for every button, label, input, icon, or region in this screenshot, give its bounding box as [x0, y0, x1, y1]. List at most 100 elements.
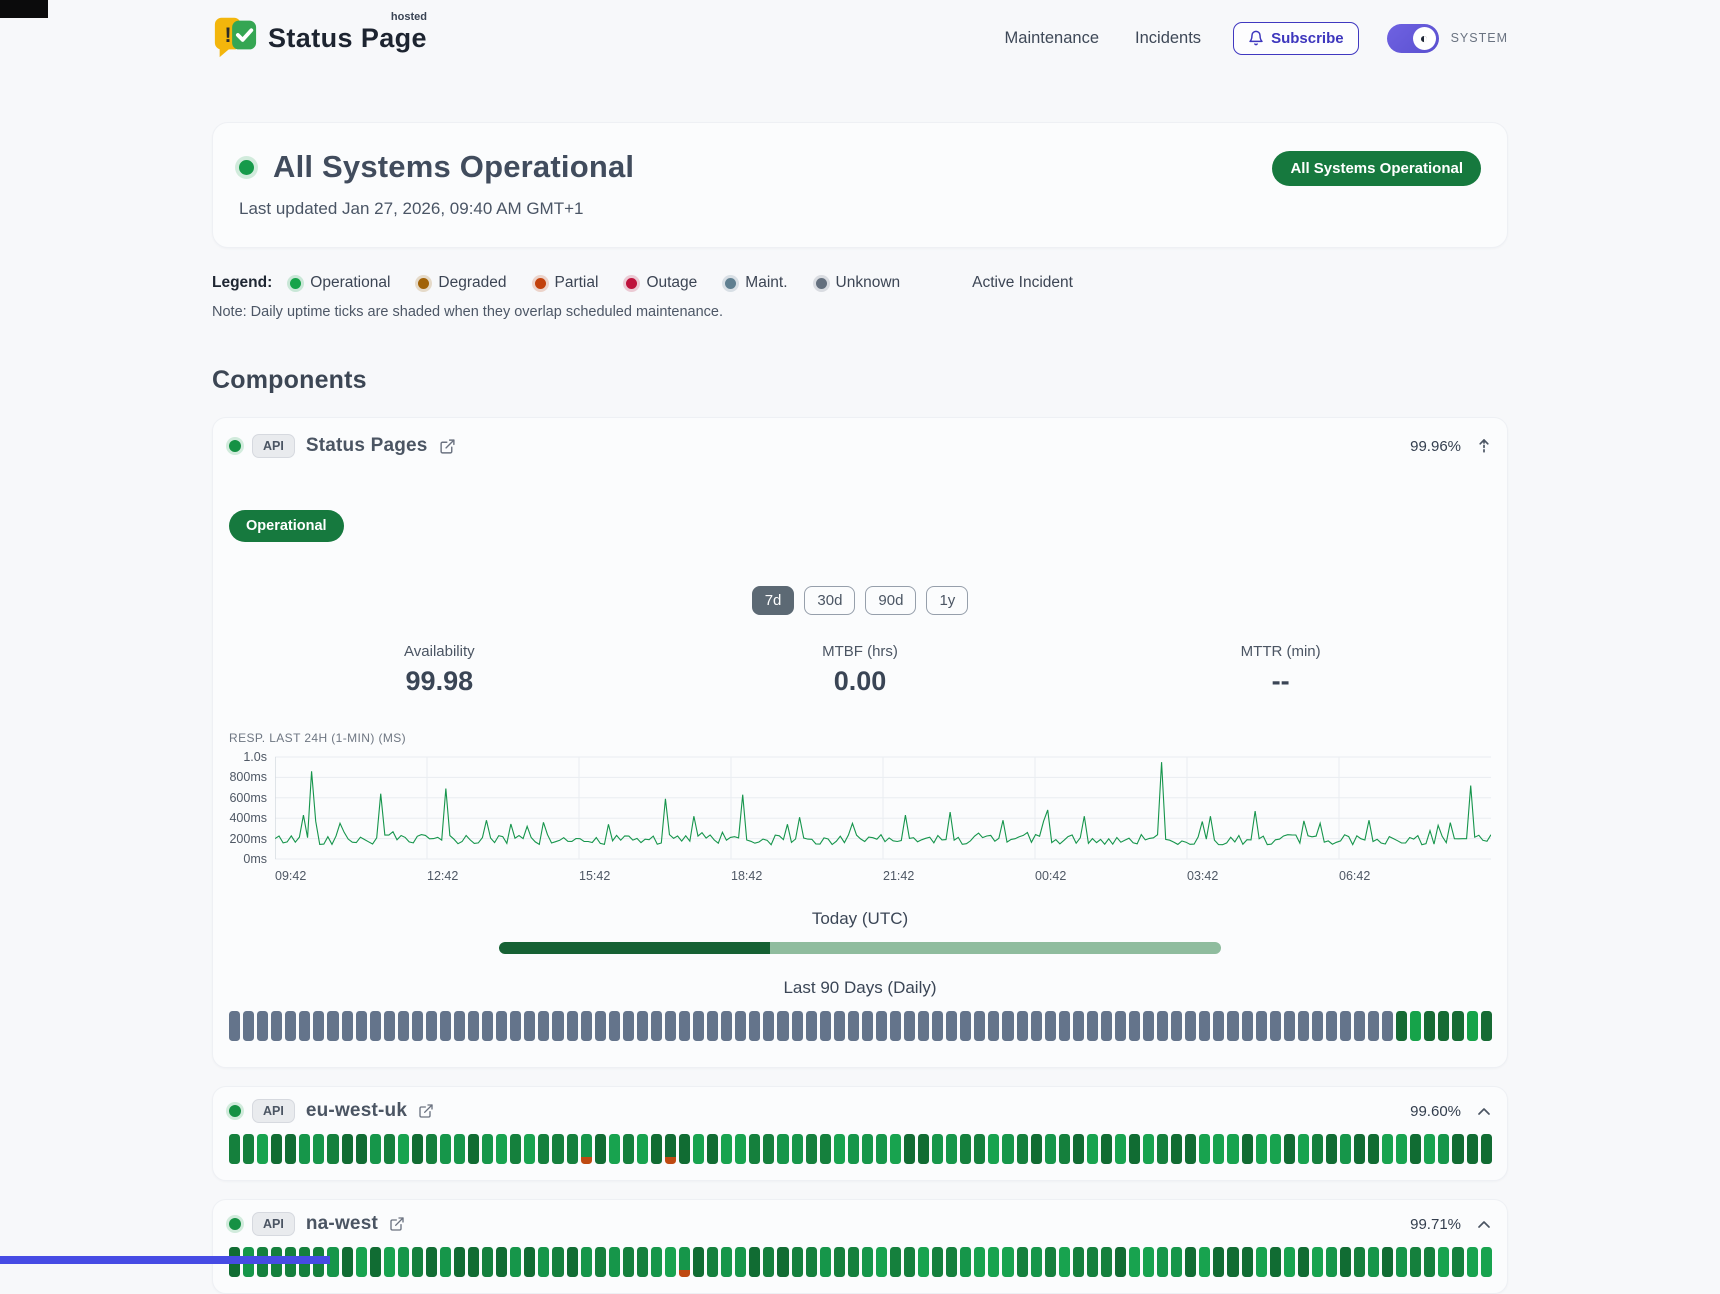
uptime-day-tick[interactable] [876, 1134, 887, 1164]
uptime-day-tick[interactable] [440, 1247, 451, 1277]
uptime-day-tick[interactable] [552, 1134, 563, 1164]
uptime-day-tick[interactable] [1087, 1134, 1098, 1164]
uptime-day-tick[interactable] [412, 1011, 423, 1041]
uptime-day-tick[interactable] [1312, 1134, 1323, 1164]
uptime-day-tick[interactable] [342, 1011, 353, 1041]
uptime-day-tick[interactable] [820, 1247, 831, 1277]
uptime-day-tick[interactable] [454, 1134, 465, 1164]
uptime-day-tick[interactable] [243, 1134, 254, 1164]
uptime-day-tick[interactable] [524, 1134, 535, 1164]
uptime-day-tick[interactable] [454, 1011, 465, 1041]
chart-plot-area[interactable] [275, 753, 1491, 865]
uptime-day-tick[interactable] [1410, 1247, 1421, 1277]
uptime-day-tick[interactable] [707, 1134, 718, 1164]
uptime-day-tick[interactable] [749, 1134, 760, 1164]
uptime-day-tick[interactable] [1143, 1011, 1154, 1041]
uptime-day-tick[interactable] [1382, 1011, 1393, 1041]
uptime-day-tick[interactable] [1227, 1134, 1238, 1164]
uptime-day-tick[interactable] [1129, 1011, 1140, 1041]
uptime-day-tick[interactable] [1438, 1247, 1449, 1277]
uptime-day-tick[interactable] [257, 1134, 268, 1164]
uptime-day-tick[interactable] [1354, 1011, 1365, 1041]
uptime-day-tick[interactable] [342, 1134, 353, 1164]
uptime-day-tick[interactable] [932, 1011, 943, 1041]
uptime-day-tick[interactable] [454, 1247, 465, 1277]
uptime-day-tick[interactable] [1340, 1247, 1351, 1277]
uptime-day-tick[interactable] [468, 1134, 479, 1164]
uptime-day-tick[interactable] [370, 1011, 381, 1041]
uptime-day-tick[interactable] [1424, 1247, 1435, 1277]
uptime-day-tick[interactable] [890, 1247, 901, 1277]
uptime-day-tick[interactable] [1410, 1011, 1421, 1041]
uptime-day-tick[interactable] [679, 1247, 690, 1277]
uptime-day-tick[interactable] [1424, 1011, 1435, 1041]
external-link-icon[interactable] [439, 438, 456, 455]
uptime-day-tick[interactable] [876, 1011, 887, 1041]
uptime-day-tick[interactable] [988, 1011, 999, 1041]
uptime-day-tick[interactable] [707, 1247, 718, 1277]
uptime-day-tick[interactable] [721, 1011, 732, 1041]
uptime-day-tick[interactable] [552, 1247, 563, 1277]
uptime-day-tick[interactable] [1213, 1011, 1224, 1041]
uptime-day-tick[interactable] [1340, 1134, 1351, 1164]
uptime-day-tick[interactable] [1115, 1247, 1126, 1277]
uptime-day-tick[interactable] [1298, 1247, 1309, 1277]
uptime-day-tick[interactable] [693, 1011, 704, 1041]
uptime-day-tick[interactable] [777, 1011, 788, 1041]
uptime-day-tick[interactable] [721, 1247, 732, 1277]
uptime-day-tick[interactable] [595, 1011, 606, 1041]
uptime-day-tick[interactable] [1087, 1247, 1098, 1277]
uptime-day-tick[interactable] [1242, 1134, 1253, 1164]
uptime-day-tick[interactable] [904, 1247, 915, 1277]
uptime-day-tick[interactable] [1115, 1134, 1126, 1164]
uptime-day-tick[interactable] [1059, 1134, 1070, 1164]
uptime-day-tick[interactable] [1171, 1011, 1182, 1041]
uptime-day-tick[interactable] [1073, 1011, 1084, 1041]
uptime-day-tick[interactable] [1213, 1247, 1224, 1277]
uptime-day-tick[interactable] [1312, 1247, 1323, 1277]
uptime-day-tick[interactable] [834, 1134, 845, 1164]
uptime-day-tick[interactable] [1129, 1247, 1140, 1277]
uptime-day-tick[interactable] [581, 1247, 592, 1277]
uptime-day-tick[interactable] [918, 1247, 929, 1277]
uptime-day-tick[interactable] [904, 1011, 915, 1041]
uptime-day-tick[interactable] [1270, 1011, 1281, 1041]
uptime-day-tick[interactable] [623, 1247, 634, 1277]
uptime-day-tick[interactable] [1129, 1134, 1140, 1164]
uptime-day-tick[interactable] [299, 1011, 310, 1041]
uptime-day-tick[interactable] [356, 1134, 367, 1164]
uptime-day-tick[interactable] [1031, 1011, 1042, 1041]
uptime-day-tick[interactable] [1298, 1011, 1309, 1041]
uptime-day-tick[interactable] [1157, 1247, 1168, 1277]
uptime-day-tick[interactable] [1143, 1247, 1154, 1277]
uptime-day-tick[interactable] [538, 1247, 549, 1277]
uptime-day-tick[interactable] [974, 1011, 985, 1041]
uptime-day-tick[interactable] [496, 1011, 507, 1041]
theme-toggle[interactable]: ◐ [1387, 24, 1439, 53]
uptime-day-tick[interactable] [510, 1247, 521, 1277]
uptime-day-tick[interactable] [1312, 1011, 1323, 1041]
chevron-up-icon[interactable] [1477, 1107, 1491, 1116]
uptime-day-tick[interactable] [398, 1011, 409, 1041]
uptime-day-tick[interactable] [651, 1134, 662, 1164]
uptime-day-tick[interactable] [342, 1247, 353, 1277]
uptime-day-tick[interactable] [1199, 1247, 1210, 1277]
uptime-day-tick[interactable] [1354, 1134, 1365, 1164]
uptime-day-tick[interactable] [904, 1134, 915, 1164]
uptime-day-tick[interactable] [609, 1011, 620, 1041]
uptime-day-tick[interactable] [1396, 1134, 1407, 1164]
uptime-day-tick[interactable] [777, 1247, 788, 1277]
uptime-day-tick[interactable] [665, 1134, 676, 1164]
uptime-day-tick[interactable] [1157, 1011, 1168, 1041]
uptime-day-tick[interactable] [848, 1011, 859, 1041]
collapse-arrow-icon[interactable] [1477, 438, 1491, 454]
uptime-day-tick[interactable] [609, 1247, 620, 1277]
uptime-day-tick[interactable] [1284, 1011, 1295, 1041]
uptime-day-tick[interactable] [862, 1011, 873, 1041]
uptime-day-tick[interactable] [384, 1134, 395, 1164]
external-link-icon[interactable] [418, 1103, 434, 1119]
uptime-day-tick[interactable] [567, 1247, 578, 1277]
uptime-day-tick[interactable] [327, 1011, 338, 1041]
uptime-day-tick[interactable] [735, 1247, 746, 1277]
uptime-day-tick[interactable] [862, 1134, 873, 1164]
